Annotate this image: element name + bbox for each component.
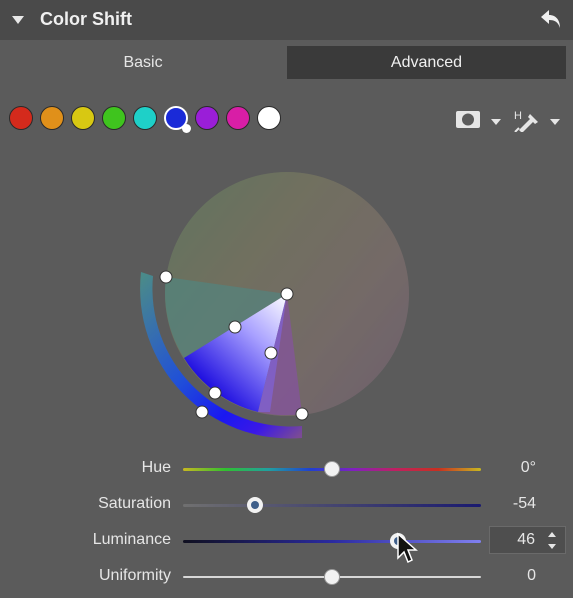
stepper-down-icon[interactable]	[548, 544, 556, 549]
mouse-pointer-icon	[397, 532, 418, 564]
hue-label: Hue	[141, 459, 171, 476]
uniformity-row: Uniformity 0	[0, 562, 573, 592]
wheel-handle[interactable]	[280, 287, 294, 301]
wheel-handle[interactable]	[295, 407, 309, 421]
luminance-stepper[interactable]: 46	[489, 526, 566, 554]
hue-value: 0°	[520, 459, 536, 476]
uniformity-label: Uniformity	[98, 567, 171, 584]
luminance-value[interactable]: 46	[517, 531, 535, 549]
stepper-up-icon[interactable]	[548, 532, 556, 537]
saturation-thumb[interactable]	[246, 497, 263, 513]
hue-row: Hue 0°	[0, 454, 573, 484]
luminance-track[interactable]	[183, 540, 481, 543]
saturation-row: Saturation -54	[0, 490, 573, 520]
wheel-handle[interactable]	[264, 346, 278, 360]
wheel-handle[interactable]	[228, 320, 242, 334]
saturation-value: -54	[512, 495, 536, 512]
luminance-row: Luminance 46	[0, 526, 573, 556]
color-wheel[interactable]	[0, 0, 573, 460]
uniformity-value: 0	[527, 567, 536, 584]
hue-thumb[interactable]	[324, 461, 340, 477]
luminance-label: Luminance	[92, 531, 171, 548]
wheel-handle[interactable]	[159, 270, 173, 284]
saturation-label: Saturation	[98, 495, 171, 512]
uniformity-thumb[interactable]	[324, 569, 340, 585]
saturation-track[interactable]	[183, 504, 481, 507]
wheel-handle[interactable]	[195, 405, 209, 419]
wheel-handle[interactable]	[208, 386, 222, 400]
